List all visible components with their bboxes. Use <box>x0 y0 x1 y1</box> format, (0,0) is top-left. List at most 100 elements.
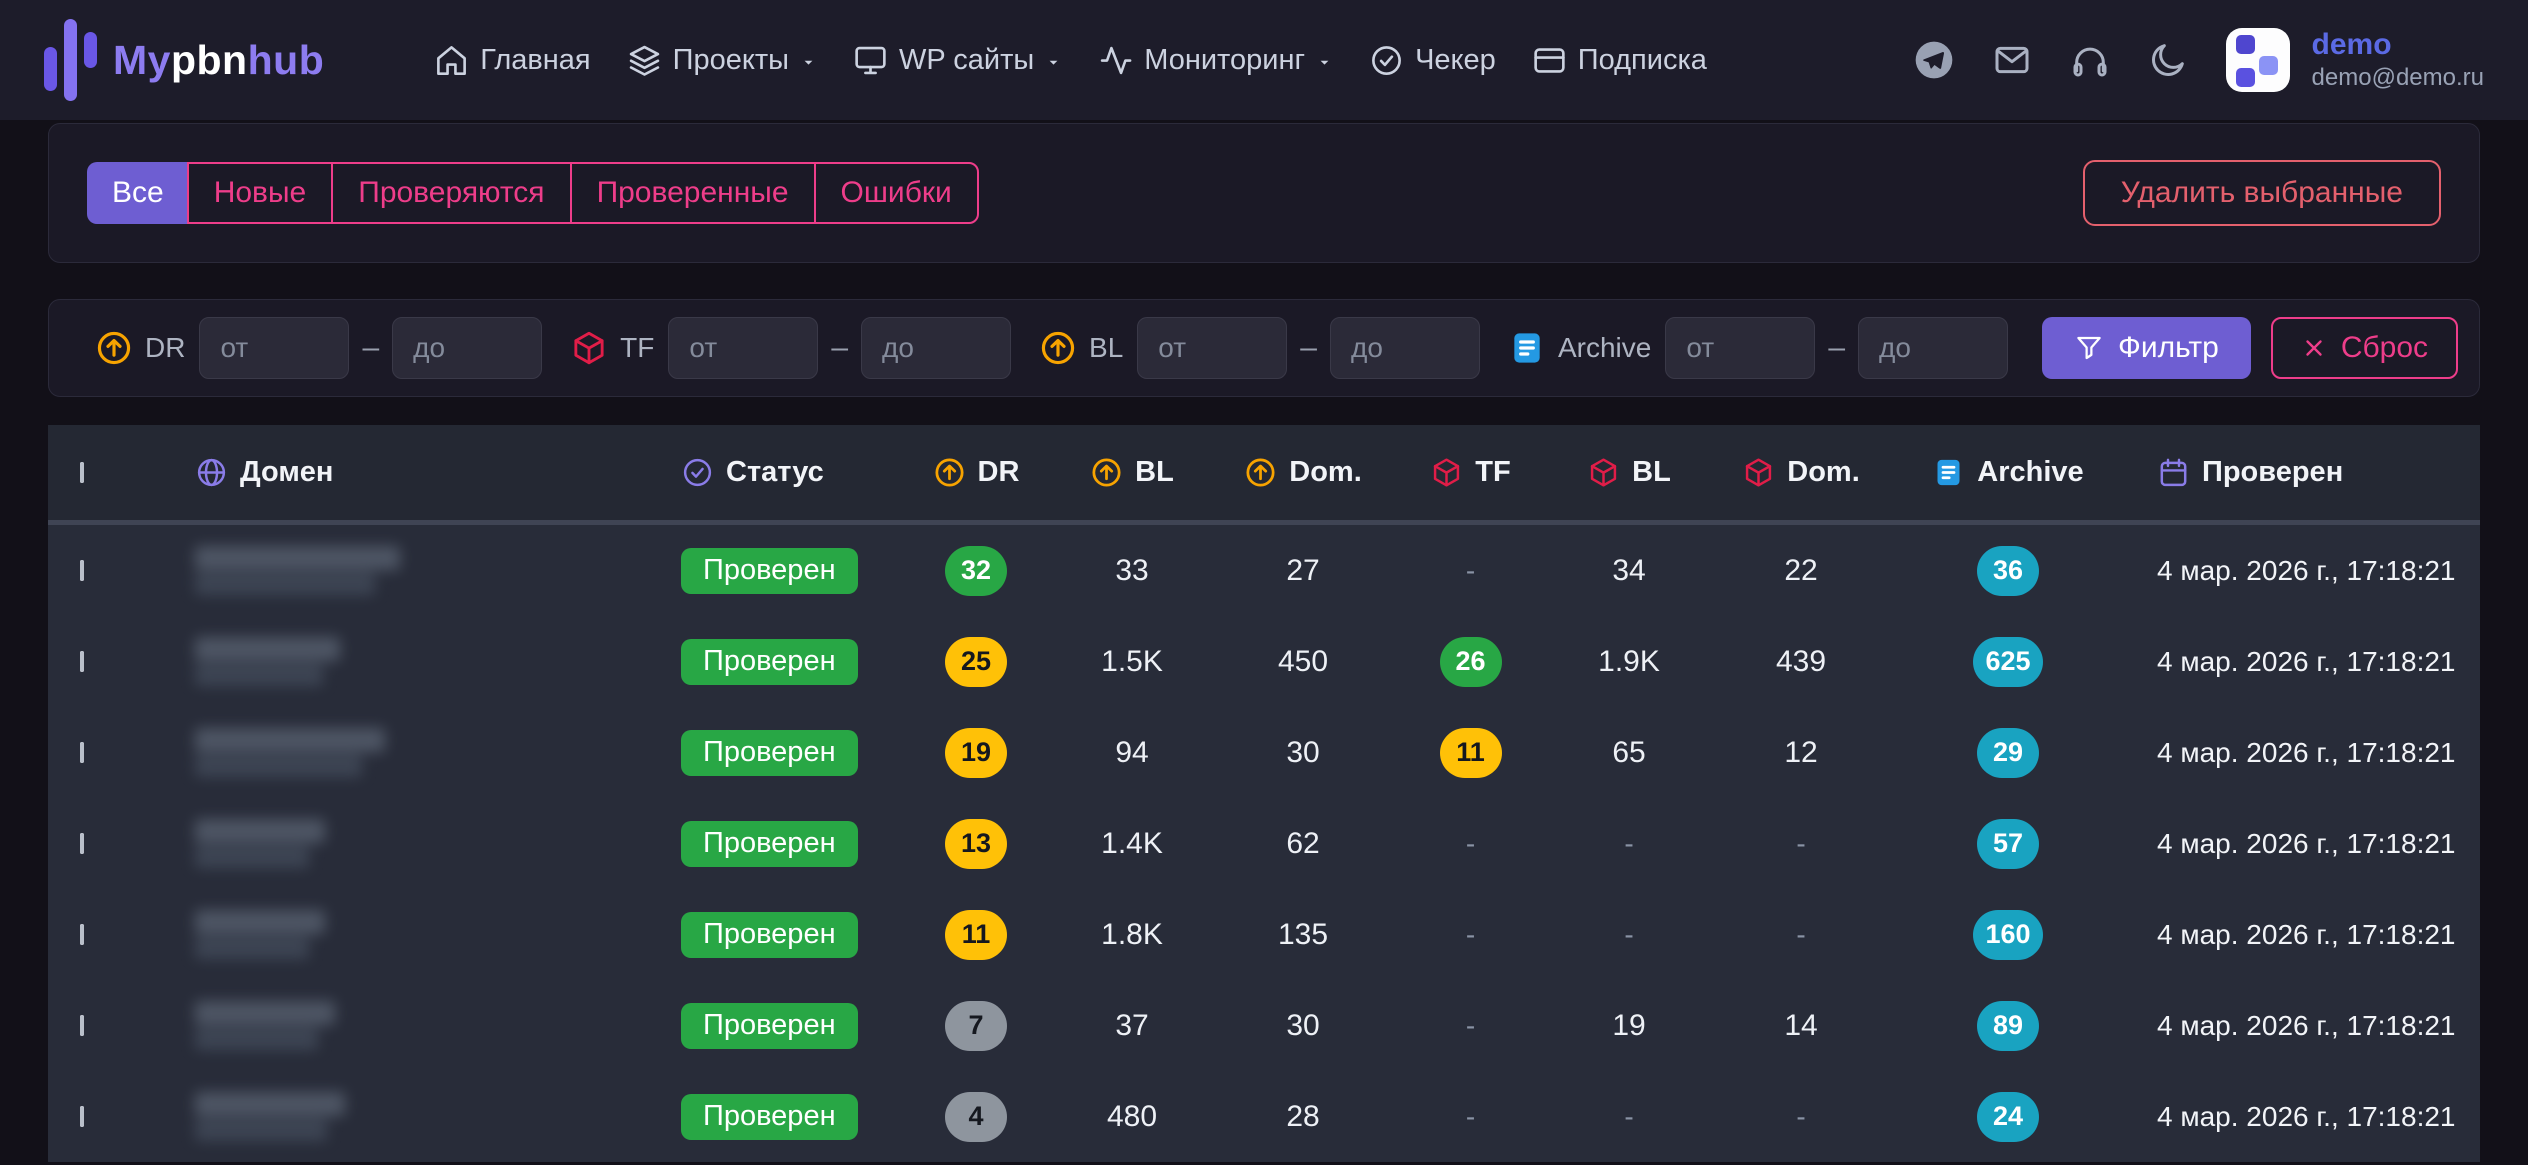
metric-badge: 4 <box>945 1092 1007 1142</box>
column-header-tf[interactable]: TF <box>1430 456 1510 489</box>
activity-icon <box>1098 43 1133 78</box>
arrow-up-circle-icon <box>1244 456 1277 489</box>
row-checkbox[interactable] <box>80 742 84 763</box>
range-to-input[interactable] <box>392 317 542 379</box>
card-icon <box>1532 43 1567 78</box>
checked-date: 4 мар. 2026 г., 17:18:21 <box>2157 919 2456 950</box>
row-checkbox[interactable] <box>80 560 84 581</box>
avatar[interactable] <box>2226 28 2290 92</box>
filter-group-label: TF <box>620 332 654 364</box>
chevron-down-icon <box>800 50 817 71</box>
dr-cell: 13 <box>945 819 1007 869</box>
nav-item-monitoring[interactable]: Мониторинг <box>1098 43 1333 78</box>
range-from-input[interactable] <box>1665 317 1815 379</box>
dark-mode-moon-icon[interactable] <box>2148 40 2188 80</box>
delete-selected-button[interactable]: Удалить выбранные <box>2083 160 2441 226</box>
row-checkbox[interactable] <box>80 833 84 854</box>
nav-item-wp-sites[interactable]: WP сайты <box>853 43 1062 78</box>
checked-date: 4 мар. 2026 г., 17:18:21 <box>2157 1010 2456 1041</box>
row-checkbox[interactable] <box>80 924 84 945</box>
range-to-input[interactable] <box>1330 317 1480 379</box>
tf-cell: - <box>1466 919 1475 951</box>
status-tab[interactable]: Ошибки <box>814 162 979 224</box>
column-header-статус[interactable]: Статус <box>681 456 926 489</box>
user-email: demo@demo.ru <box>2312 63 2484 93</box>
domain-redacted[interactable] <box>195 910 661 959</box>
status-tab[interactable]: Все <box>87 162 189 224</box>
support-headphones-icon[interactable] <box>2070 40 2110 80</box>
row-checkbox[interactable] <box>80 1015 84 1036</box>
metric-badge: 7 <box>945 1001 1007 1051</box>
telegram-icon[interactable] <box>1914 40 1954 80</box>
arrow-up-circle-icon <box>1039 329 1077 367</box>
column-header-dom[interactable]: Dom. <box>1244 456 1362 489</box>
table-header: Домен Статус DR BL Dom. TF BL Dom. Archi… <box>48 425 2480 525</box>
status-tab[interactable]: Новые <box>187 162 334 224</box>
app-logo[interactable]: Mypbnhub <box>44 17 324 103</box>
row-checkbox[interactable] <box>80 1106 84 1127</box>
nav-item-checker[interactable]: Чекер <box>1369 43 1496 78</box>
mail-icon[interactable] <box>1992 40 2032 80</box>
dr-cell: 7 <box>945 1001 1007 1051</box>
column-header-dr[interactable]: DR <box>933 456 1020 489</box>
range-separator: – <box>1828 331 1845 365</box>
column-header-dom[interactable]: Dom. <box>1742 456 1860 489</box>
reset-button[interactable]: Сброс <box>2271 317 2458 379</box>
chevron-down-icon <box>1316 50 1333 71</box>
tf-cell: 11 <box>1440 728 1502 778</box>
nav-item-home[interactable]: Главная <box>434 43 590 78</box>
column-header-archive[interactable]: Archive <box>1932 456 2083 489</box>
metric-badge: 11 <box>1440 728 1502 778</box>
archive-cell: 24 <box>1977 1092 2039 1142</box>
column-header-домен[interactable]: Домен <box>195 456 661 489</box>
column-header-bl[interactable]: BL <box>1090 456 1174 489</box>
select-all-checkbox[interactable] <box>80 462 84 483</box>
ahrefs-dom-cell: 450 <box>1278 645 1328 679</box>
dr-cell: 11 <box>945 910 1007 960</box>
status-badge: Проверен <box>681 548 858 594</box>
range-to-input[interactable] <box>861 317 1011 379</box>
cube-icon <box>1742 456 1775 489</box>
archive-cell: 625 <box>1973 637 2042 687</box>
domain-redacted[interactable] <box>195 819 661 868</box>
domain-redacted[interactable] <box>195 1001 661 1050</box>
nav-item-subscription[interactable]: Подписка <box>1532 43 1707 78</box>
range-from-input[interactable] <box>1137 317 1287 379</box>
domain-redacted[interactable] <box>195 546 661 595</box>
domain-redacted[interactable] <box>195 637 661 686</box>
archive-cell: 89 <box>1977 1001 2039 1051</box>
dr-cell: 19 <box>945 728 1007 778</box>
domain-redacted[interactable] <box>195 1092 661 1141</box>
domain-redacted[interactable] <box>195 728 661 777</box>
archive-cell: 36 <box>1977 546 2039 596</box>
range-from-input[interactable] <box>199 317 349 379</box>
nav-item-label: WP сайты <box>899 44 1034 77</box>
column-header-проверен[interactable]: Проверен <box>2157 456 2480 489</box>
status-tab[interactable]: Проверяются <box>331 162 571 224</box>
range-separator: – <box>831 331 848 365</box>
user-meta[interactable]: demo demo@demo.ru <box>2312 27 2484 93</box>
x-icon <box>2301 335 2327 361</box>
range-to-input[interactable] <box>1858 317 2008 379</box>
dr-cell: 25 <box>945 637 1007 687</box>
archive-file-icon <box>1932 456 1965 489</box>
status-tab[interactable]: Проверенные <box>570 162 816 224</box>
majestic-dom-cell: - <box>1796 919 1805 951</box>
majestic-bl-cell: 19 <box>1612 1009 1645 1043</box>
filter-button[interactable]: Фильтр <box>2042 317 2251 379</box>
range-separator: – <box>362 331 379 365</box>
filter-card: DR – TF – BL – Archive – Фильтр Сброс <box>48 299 2480 397</box>
check-circle-icon <box>681 456 714 489</box>
ahrefs-bl-cell: 94 <box>1115 736 1148 770</box>
column-header-bl[interactable]: BL <box>1587 456 1671 489</box>
cube-icon <box>1430 456 1463 489</box>
filter-group-label: Archive <box>1558 332 1651 364</box>
metric-badge: 26 <box>1440 637 1502 687</box>
row-checkbox[interactable] <box>80 651 84 672</box>
nav-item-projects[interactable]: Проекты <box>627 43 817 78</box>
majestic-dom-cell: 12 <box>1784 736 1817 770</box>
range-from-input[interactable] <box>668 317 818 379</box>
main-nav: Главная Проекты WP сайты Мониторинг Чеке… <box>434 43 1707 78</box>
table-row: Проверен 13 1.4K 62 - - - 57 4 мар. 2026… <box>48 798 2480 889</box>
arrow-up-circle-icon <box>1090 456 1123 489</box>
